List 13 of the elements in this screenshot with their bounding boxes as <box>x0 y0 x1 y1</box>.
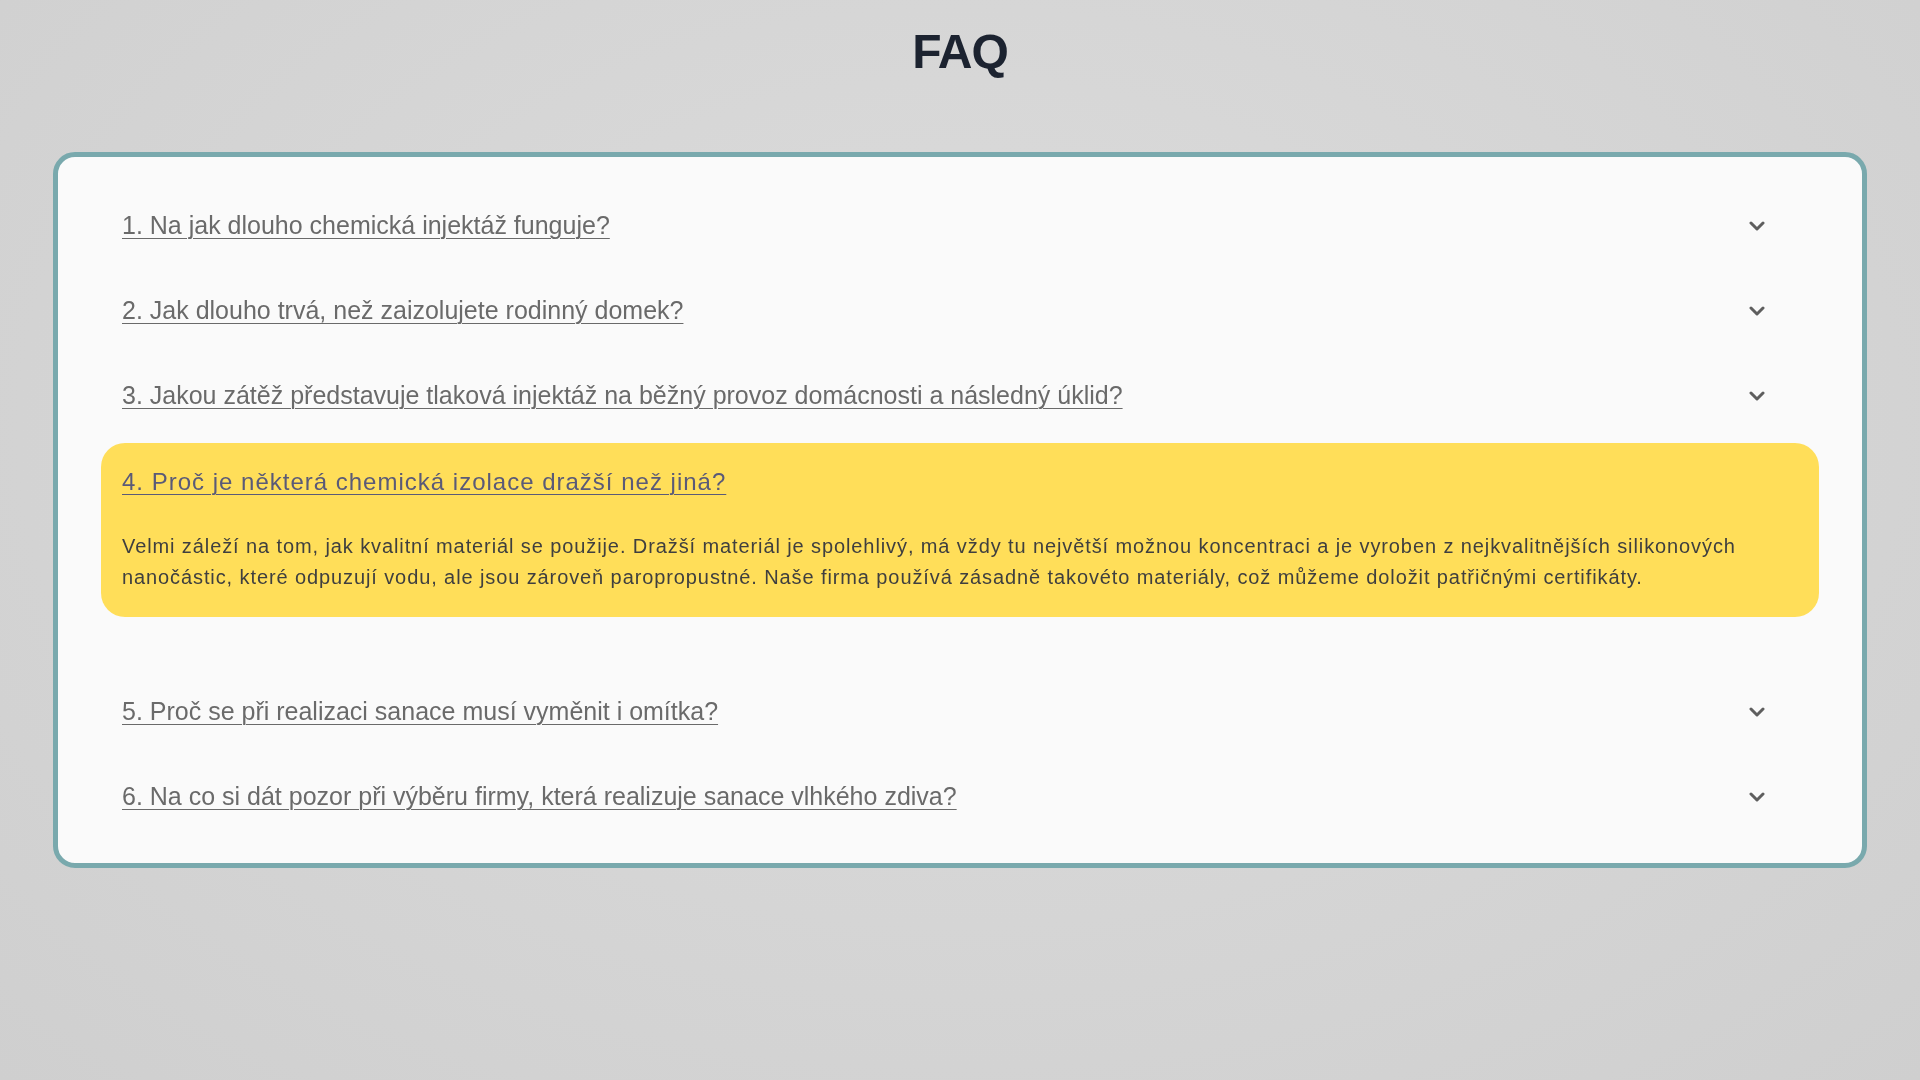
faq-question-link[interactable]: 5. Proč se při realizaci sanace musí vyměnit i omítka? <box>122 697 719 726</box>
faq-answer-text: Velmi záleží na tom, jak kvalitní materiál se použije. Dražší materiál je spolehlivý, má vždy tu největší možnou koncentraci a je vyroben z nejkvalitnějších silikonových nanočástic, které odpuzují vodu, ale jsou zároveň paropropustné. Naše firma používá zásadně takovéto materiály, což můžeme doložit patřičnými certifikáty. <box>122 534 1737 590</box>
faq-question-link[interactable]: 2. Jak dlouho trvá, než zaizolujete rodinný domek? <box>122 296 684 325</box>
chevron-down-icon[interactable] <box>1749 220 1765 231</box>
chevron-down-icon[interactable] <box>1749 706 1765 717</box>
page-title: FAQ <box>912 24 1008 80</box>
chevron-down-icon[interactable] <box>1749 390 1765 401</box>
faq-question-link[interactable]: 1. Na jak dlouho chemická injektáž funguje? <box>122 211 610 240</box>
faq-question-link[interactable]: 3. Jakou zátěž představuje tlaková injektáž na běžný provoz domácnosti a následný úklid? <box>122 381 1123 410</box>
faq-question-link[interactable]: 4. Proč je některá chemická izolace dražší než jiná? <box>122 468 727 496</box>
faq-question-link[interactable]: 6. Na co si dát pozor při výběru firmy, která realizuje sanace vlhkého zdiva? <box>122 782 957 811</box>
chevron-down-icon[interactable] <box>1749 305 1765 316</box>
chevron-down-icon[interactable] <box>1749 791 1765 802</box>
